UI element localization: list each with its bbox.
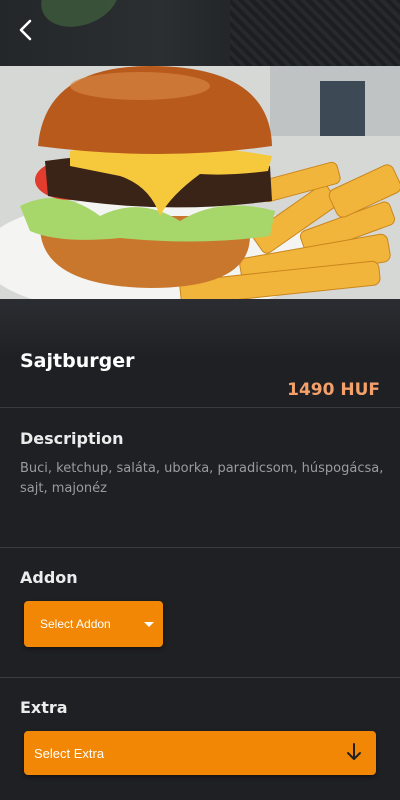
arrow-down-icon <box>347 743 361 760</box>
divider <box>0 547 400 548</box>
top-bar <box>0 0 400 66</box>
select-addon-dropdown[interactable]: Select Addon <box>24 601 163 647</box>
cloth-decoration <box>230 0 400 66</box>
description-label: Description <box>20 429 124 448</box>
dropdown-caret-icon <box>144 622 154 627</box>
leaf-decoration <box>33 0 127 38</box>
select-addon-label: Select Addon <box>40 617 111 631</box>
description-text: Buci, ketchup, saláta, uborka, paradicso… <box>20 461 384 496</box>
product-price: 1490 HUF <box>287 380 380 400</box>
back-chevron-icon <box>19 19 32 41</box>
back-button[interactable] <box>12 14 40 46</box>
product-title: Sajtburger <box>20 350 135 372</box>
divider <box>0 407 400 408</box>
product-image <box>0 66 400 299</box>
select-extra-label: Select Extra <box>34 745 105 761</box>
addon-label: Addon <box>20 568 78 587</box>
divider <box>0 677 400 678</box>
select-extra-dropdown[interactable]: Select Extra <box>24 731 376 775</box>
extra-label: Extra <box>20 698 68 717</box>
